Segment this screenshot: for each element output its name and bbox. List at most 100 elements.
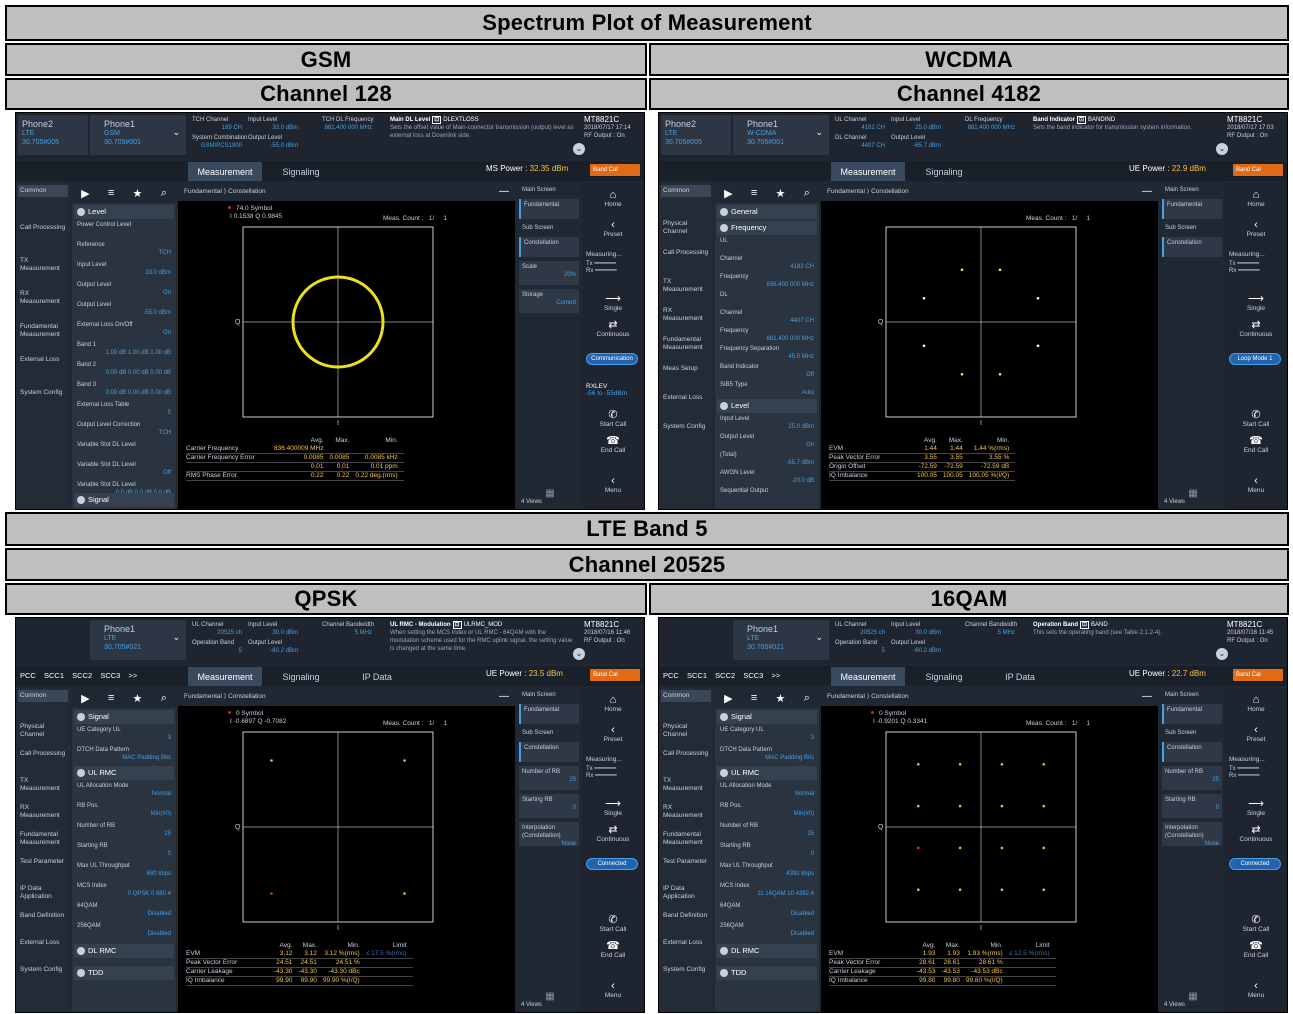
sub-item-interpolation-constellation-[interactable]: Interpolation (Constellation) None <box>519 822 579 847</box>
nav-item-fundamental-measurement[interactable]: Fundamental Measurement <box>661 334 711 354</box>
expand-icon[interactable]: ⌄ <box>573 143 585 155</box>
param-row[interactable]: Max UL Throughput 680 kbps <box>74 862 174 878</box>
list-icon[interactable]: ≡ <box>751 692 757 704</box>
nav-item-system-config[interactable]: System Config <box>18 387 68 399</box>
nav-item-rx-measurement[interactable]: RX Measurement <box>18 802 68 822</box>
end-call-button[interactable]: ☎ End Call <box>1229 940 1283 959</box>
param-row[interactable]: Output Level On <box>74 281 174 297</box>
param-row[interactable]: Max UL Throughput 4392 kbps <box>717 862 817 878</box>
next-icon[interactable]: ▶ <box>724 187 732 200</box>
preset-button[interactable]: ‹ Preset <box>1229 724 1283 743</box>
param-row[interactable]: Band 1 1.00 dB 1.00 dB 1.00 dB <box>74 341 174 357</box>
tab-ip-data[interactable]: IP Data <box>983 667 1057 686</box>
section-level[interactable]: Level <box>74 205 174 219</box>
list-icon[interactable]: ≡ <box>751 187 757 199</box>
search-icon[interactable]: ⌕ <box>804 692 810 705</box>
search-icon[interactable]: ⌕ <box>804 187 810 200</box>
next-icon[interactable]: ▶ <box>81 187 89 200</box>
band-cal-badge[interactable]: Band Cal <box>1233 164 1283 176</box>
param-row[interactable]: Output Level On <box>717 433 817 449</box>
favorite-icon[interactable]: ★ <box>133 187 143 200</box>
nav-item-common[interactable]: Common <box>18 185 68 197</box>
minimize-icon[interactable]: — <box>1142 183 1152 201</box>
param-row[interactable]: Variable Slot DL Level <box>74 441 174 449</box>
nav-item-system-config[interactable]: System Config <box>661 964 711 976</box>
next-icon[interactable]: ▶ <box>81 692 89 705</box>
tb-param-5[interactable]: TCH DL Frequency 881.400 000 MHz <box>322 116 373 132</box>
nav-item-band-definition[interactable]: Band Definition <box>18 910 68 922</box>
phone1-selector[interactable]: Phone1 LTE 30.705#021 ⌄ <box>90 620 186 660</box>
start-call-button[interactable]: ✆ Start Call <box>1229 914 1283 933</box>
sub-item-constellation[interactable]: Constellation <box>519 742 579 762</box>
param-row[interactable]: DL <box>717 291 817 299</box>
start-call-button[interactable]: ✆ Start Call <box>586 409 640 428</box>
carrier-tabs[interactable]: PCC SCC1 SCC2 SCC3 >> <box>20 671 137 680</box>
favorite-icon[interactable]: ★ <box>776 692 786 705</box>
sub-item-constellation[interactable]: Constellation <box>1162 742 1222 762</box>
sub-item-starting-rb[interactable]: Starting RB 0 <box>519 794 579 818</box>
section-dl-rmc[interactable]: DL RMC <box>74 944 174 958</box>
section-signal[interactable]: Signal <box>717 710 817 724</box>
nav-item-tx-measurement[interactable]: TX Measurement <box>661 276 711 296</box>
tb-param-1[interactable]: UL Channel 4182 CH <box>835 116 885 132</box>
nav-item-call-processing[interactable]: Call Processing <box>18 748 68 760</box>
param-row[interactable]: 64QAM Disabled <box>717 902 817 918</box>
param-row[interactable]: UL <box>717 237 817 245</box>
param-row[interactable]: Number of RB 25 <box>74 822 174 838</box>
list-icon[interactable]: ≡ <box>108 187 114 199</box>
nav-item-ip-data-application[interactable]: IP Data Application <box>18 883 68 903</box>
nav-item-test-parameter[interactable]: Test Parameter <box>18 856 68 868</box>
nav-item-fundamental-measurement[interactable]: Fundamental Measurement <box>18 829 68 849</box>
section-ul-rmc[interactable]: UL RMC <box>717 766 817 780</box>
nav-item-tx-measurement[interactable]: TX Measurement <box>18 775 68 795</box>
favorite-icon[interactable]: ★ <box>776 187 786 200</box>
nav-item-call-processing[interactable]: Call Processing <box>661 247 711 259</box>
param-row[interactable]: Reference TCH <box>74 241 174 257</box>
list-icon[interactable]: ≡ <box>108 692 114 704</box>
param-row[interactable]: DTCH Data Pattern MAC Padding Bits <box>717 746 817 762</box>
param-row[interactable]: AWGN Level -20.0 dB <box>717 469 817 485</box>
home-button[interactable]: ⌂ Home <box>586 694 640 713</box>
search-icon[interactable]: ⌕ <box>161 187 167 200</box>
param-row[interactable]: (Total) -65.7 dBm <box>717 451 817 467</box>
menu-button[interactable]: ‹ Menu <box>1229 475 1283 494</box>
nav-item-call-processing[interactable]: Call Processing <box>661 748 711 760</box>
param-row[interactable]: Output Level Correction TCH <box>74 421 174 437</box>
end-call-button[interactable]: ☎ End Call <box>586 435 640 454</box>
preset-button[interactable]: ‹ Preset <box>1229 219 1283 238</box>
tb-param-3[interactable]: Input Level 30.0 dBm <box>248 621 298 637</box>
param-row[interactable]: Band 2 0.00 dB 0.00 dB 0.00 dB <box>74 361 174 377</box>
param-row[interactable]: 256QAM Disabled <box>717 922 817 938</box>
nav-item-external-loss[interactable]: External Loss <box>18 354 68 366</box>
param-row[interactable]: Band 3 0.00 dB 0.00 dB 0.00 dB <box>74 381 174 397</box>
param-row[interactable]: Starting RB 0 <box>74 842 174 858</box>
phone1-selector[interactable]: Phone1 LTE 30.705#021 ⌄ <box>733 620 829 660</box>
param-row[interactable]: Variable Slot DL Level Off <box>74 461 174 477</box>
param-row[interactable]: External Loss Table 5 <box>74 401 174 417</box>
single-button[interactable]: ⟶ Single <box>1229 798 1283 817</box>
minimize-icon[interactable]: — <box>499 688 509 706</box>
band-cal-badge[interactable]: Band Cal <box>590 164 640 176</box>
tab-measurement[interactable]: Measurement <box>831 667 905 686</box>
sub-item-number-of-rb[interactable]: Number of RB 25 <box>519 766 579 790</box>
tb-param-5[interactable]: DL Frequency 881.400 000 MHz <box>965 116 1015 132</box>
tb-param-5[interactable]: Channel Bandwidth 5 MHz <box>965 621 1017 637</box>
nav-item-external-loss[interactable]: External Loss <box>661 937 711 949</box>
tab-signaling[interactable]: Signaling <box>264 667 338 686</box>
preset-button[interactable]: ‹ Preset <box>586 219 640 238</box>
expand-icon[interactable]: ⌄ <box>1216 648 1228 660</box>
param-row[interactable]: MCS Index 0 QPSK 0 680 4 <box>74 882 174 898</box>
tb-param-3[interactable]: Input Level 30.0 dBm <box>891 621 941 637</box>
param-row[interactable]: Channel 4407 CH <box>717 309 817 325</box>
param-row[interactable]: 64QAM Disabled <box>74 902 174 918</box>
nav-item-ip-data-application[interactable]: IP Data Application <box>661 883 711 903</box>
nav-item-meas-setup[interactable]: Meas Setup <box>661 363 711 375</box>
param-row[interactable]: 256QAM Disabled <box>74 922 174 938</box>
band-cal-badge[interactable]: Band Cal <box>1233 669 1283 681</box>
param-row[interactable]: RB Pos. Min(#0) <box>717 802 817 818</box>
tab-ip-data[interactable]: IP Data <box>340 667 414 686</box>
nav-item-external-loss[interactable]: External Loss <box>18 937 68 949</box>
param-row[interactable]: Input Level 33.0 dBm <box>74 261 174 277</box>
menu-button[interactable]: ‹ Menu <box>586 980 640 999</box>
phone1-selector[interactable]: Phone1 W-CDMA 30.705#001 ⌄ <box>733 115 829 155</box>
